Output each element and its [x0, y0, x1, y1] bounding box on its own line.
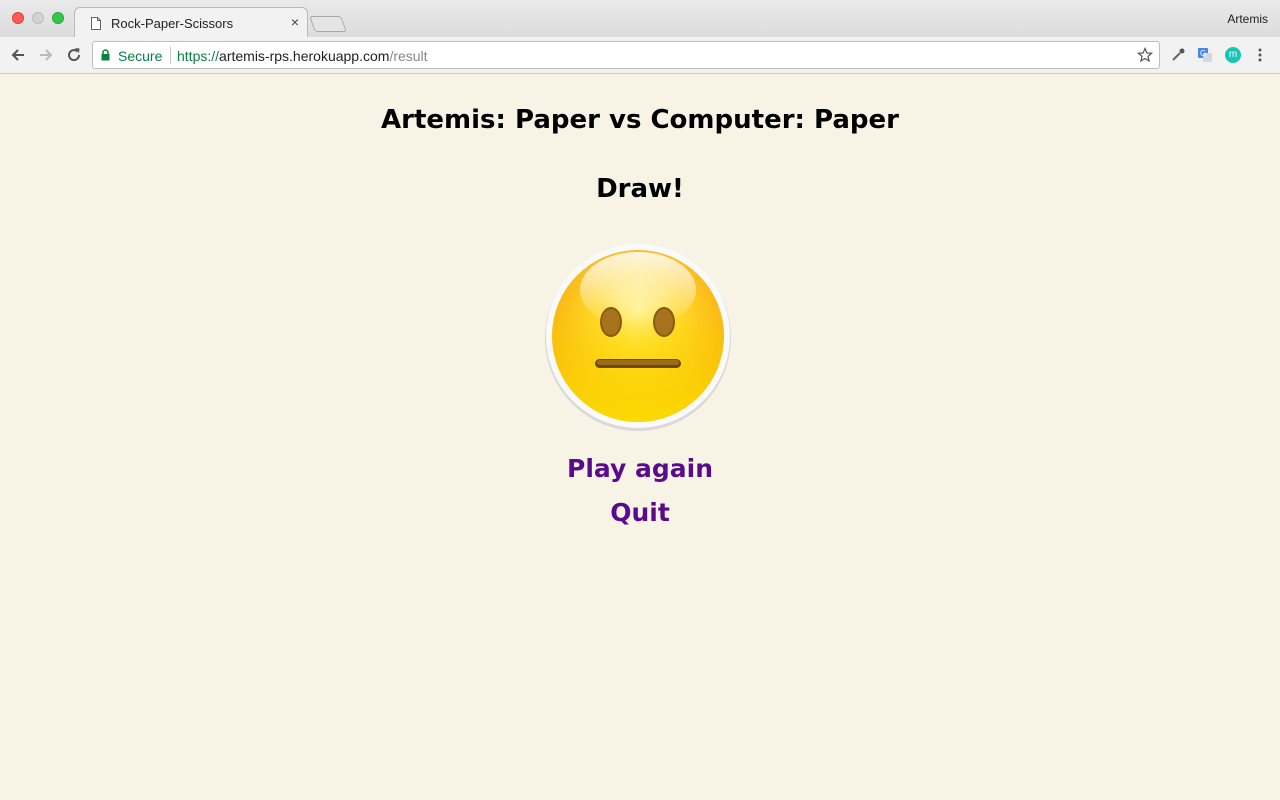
address-separator	[170, 47, 171, 64]
matchup-heading: Artemis: Paper vs Computer: Paper	[381, 105, 899, 135]
page-icon	[91, 17, 101, 30]
tab-close-icon[interactable]: ×	[291, 14, 299, 30]
url-host: artemis-rps.herokuapp.com	[219, 48, 390, 64]
browser-titlebar: Rock-Paper-Scissors × Artemis	[0, 0, 1280, 38]
browser-toolbar: Secure https://artemis-rps.herokuapp.com…	[0, 37, 1280, 74]
url-text[interactable]: https://artemis-rps.herokuapp.com/result	[177, 48, 428, 64]
window-minimize-button[interactable]	[32, 12, 44, 24]
address-bar[interactable]: Secure https://artemis-rps.herokuapp.com…	[92, 41, 1160, 69]
secure-label: Secure	[118, 48, 163, 64]
outcome-heading: Draw!	[596, 174, 684, 204]
url-path: /result	[389, 48, 428, 64]
m-extension-icon[interactable]: m	[1225, 47, 1241, 63]
eyedropper-extension-icon[interactable]	[1170, 47, 1186, 63]
back-arrow-icon[interactable]	[9, 46, 27, 64]
neutral-face-icon	[544, 242, 732, 432]
play-again-link[interactable]: Play again	[0, 454, 1280, 483]
profile-name[interactable]: Artemis	[1227, 12, 1268, 26]
quit-link[interactable]: Quit	[0, 498, 1280, 527]
reload-icon[interactable]	[65, 46, 83, 64]
new-tab-button[interactable]	[309, 16, 347, 32]
svg-text:G: G	[1200, 49, 1206, 58]
browser-menu-icon[interactable]	[1257, 47, 1263, 63]
window-close-button[interactable]	[12, 12, 24, 24]
url-scheme: https://	[177, 48, 220, 64]
translate-extension-icon[interactable]: G	[1197, 47, 1213, 63]
tab-title: Rock-Paper-Scissors	[111, 16, 234, 31]
forward-arrow-icon[interactable]	[37, 46, 55, 64]
browser-tab[interactable]: Rock-Paper-Scissors ×	[74, 7, 308, 38]
lock-icon	[101, 49, 110, 61]
window-maximize-button[interactable]	[52, 12, 64, 24]
bookmark-star-icon[interactable]	[1137, 47, 1153, 63]
